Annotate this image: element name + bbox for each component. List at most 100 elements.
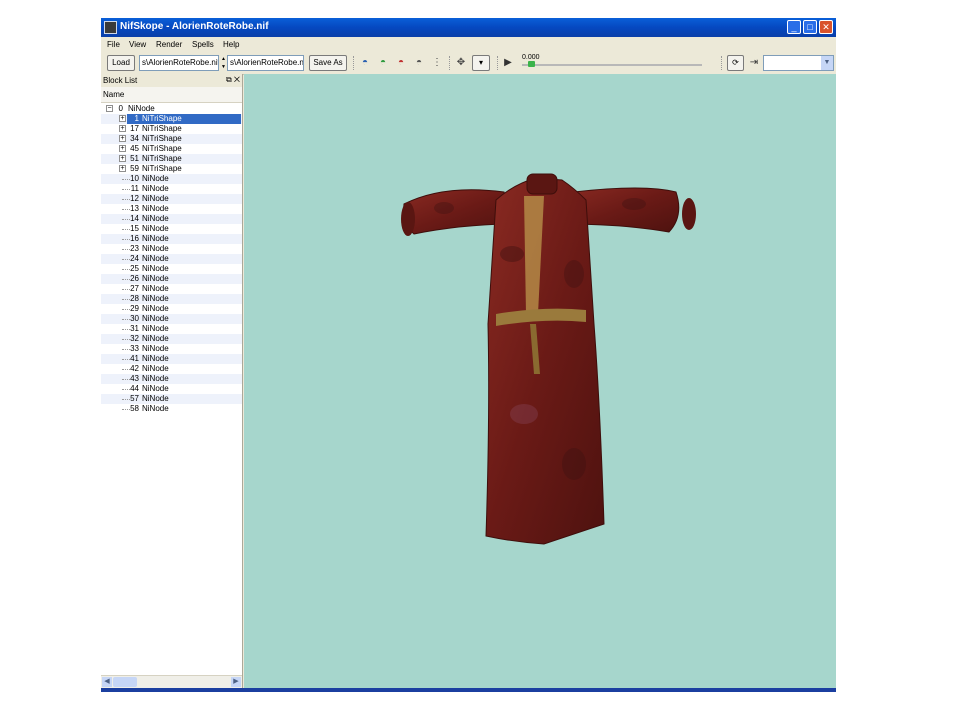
scroll-right-icon[interactable]: ▶: [231, 677, 241, 687]
load-path-input[interactable]: s\AlorienRoteRobe.nif: [139, 55, 219, 71]
title-bar[interactable]: NifSkope - AlorienRoteRobe.nif _ □ ✕: [101, 18, 836, 37]
tree-row[interactable]: 28 NiNode: [101, 294, 242, 304]
tree-row[interactable]: 32 NiNode: [101, 334, 242, 344]
save-path-input[interactable]: s\AlorienRoteRobe.nif: [227, 55, 304, 71]
walk-mode-icon[interactable]: ⋮: [430, 56, 444, 70]
maximize-button[interactable]: □: [803, 20, 817, 34]
tree-row[interactable]: 58 NiNode: [101, 404, 242, 414]
menu-view[interactable]: View: [129, 40, 146, 49]
tree-row[interactable]: 23 NiNode: [101, 244, 242, 254]
chevron-down-icon[interactable]: ▼: [821, 56, 833, 70]
tree-row[interactable]: 57 NiNode: [101, 394, 242, 404]
block-type-label: NiNode: [142, 314, 169, 323]
view-side-icon[interactable]: ◓: [394, 56, 408, 70]
scrollbar-thumb[interactable]: [113, 677, 137, 687]
minimize-button[interactable]: _: [787, 20, 801, 34]
block-type-label: NiNode: [142, 354, 169, 363]
view-front-icon[interactable]: ◓: [376, 56, 390, 70]
close-button[interactable]: ✕: [819, 20, 833, 34]
close-panel-icon[interactable]: ✕: [234, 75, 240, 84]
block-type-label: NiTriShape: [142, 154, 182, 163]
nifskope-window: NifSkope - AlorienRoteRobe.nif _ □ ✕ Fil…: [101, 18, 836, 692]
block-tree: −0 NiNode +1 NiTriShape +17 NiTriShape +34 NiTr…: [101, 104, 242, 414]
tree-row[interactable]: 11 NiNode: [101, 184, 242, 194]
block-number: 45: [130, 144, 139, 153]
tree-row[interactable]: 33 NiNode: [101, 344, 242, 354]
block-number: 11: [130, 184, 139, 193]
block-number: 41: [130, 354, 139, 363]
tree-row[interactable]: 30 NiNode: [101, 314, 242, 324]
block-number: 23: [130, 244, 139, 253]
play-icon[interactable]: ▶: [501, 56, 515, 70]
robe-model: [401, 173, 696, 545]
tree-row[interactable]: 42 NiNode: [101, 364, 242, 374]
load-button[interactable]: Load: [107, 55, 135, 71]
tree-row[interactable]: 16 NiNode: [101, 234, 242, 244]
menu-render[interactable]: Render: [156, 40, 182, 49]
menu-spells[interactable]: Spells: [192, 40, 214, 49]
tree-row[interactable]: 31 NiNode: [101, 324, 242, 334]
tree-row[interactable]: 29 NiNode: [101, 304, 242, 314]
tree-row[interactable]: 15 NiNode: [101, 224, 242, 234]
axis-icon[interactable]: ✥: [454, 56, 468, 70]
block-type-label: NiTriShape: [142, 124, 182, 133]
switch-icon[interactable]: ⇥: [747, 56, 761, 70]
tree-row[interactable]: 25 NiNode: [101, 264, 242, 274]
tree-row[interactable]: +34 NiTriShape: [101, 134, 242, 144]
tree-row[interactable]: 44 NiNode: [101, 384, 242, 394]
tree-row[interactable]: +59 NiTriShape: [101, 164, 242, 174]
tree-row[interactable]: +45 NiTriShape: [101, 144, 242, 154]
animation-select[interactable]: ▼: [763, 55, 834, 71]
block-number: 29: [130, 304, 139, 313]
block-type-label: NiNode: [142, 264, 169, 273]
column-name-label: Name: [103, 90, 125, 99]
swap-spinner-icon[interactable]: ▲ ▼: [221, 55, 226, 71]
view-top-icon[interactable]: ◓: [358, 56, 372, 70]
block-type-label: NiNode: [142, 204, 169, 213]
toolbar-separator: [721, 56, 723, 70]
block-type-label: NiTriShape: [142, 134, 182, 143]
save-as-button[interactable]: Save As: [309, 55, 347, 71]
tree-row[interactable]: +1 NiTriShape: [101, 114, 242, 124]
view-user-icon[interactable]: ◓: [412, 56, 426, 70]
render-viewport[interactable]: [244, 74, 836, 688]
menu-help[interactable]: Help: [223, 40, 239, 49]
tree-row[interactable]: 13 NiNode: [101, 204, 242, 214]
tree-row[interactable]: 14 NiNode: [101, 214, 242, 224]
tree-row[interactable]: 12 NiNode: [101, 194, 242, 204]
block-list-header: Block List ⧉ ✕: [101, 74, 242, 87]
block-list-panel: Block List ⧉ ✕ Name −0 NiNode +1 NiTriShape…: [101, 74, 243, 688]
horizontal-scrollbar[interactable]: ◀ ▶: [101, 675, 242, 688]
timeline-slider[interactable]: [522, 64, 702, 66]
menu-file[interactable]: File: [107, 40, 120, 49]
block-type-label: NiNode: [142, 254, 169, 263]
block-number: 42: [130, 364, 139, 373]
tree-row[interactable]: 27 NiNode: [101, 284, 242, 294]
tree-row[interactable]: −0 NiNode: [101, 104, 242, 114]
block-type-label: NiNode: [142, 224, 169, 233]
tree-row[interactable]: 26 NiNode: [101, 274, 242, 284]
block-type-label: NiNode: [142, 184, 169, 193]
tree-row[interactable]: +17 NiTriShape: [101, 124, 242, 134]
loop-button[interactable]: ⟳: [727, 55, 744, 71]
block-type-label: NiNode: [142, 374, 169, 383]
tree-row[interactable]: 10 NiNode: [101, 174, 242, 184]
tree-row[interactable]: 43 NiNode: [101, 374, 242, 384]
column-header[interactable]: Name: [101, 87, 242, 103]
tree-row[interactable]: 24 NiNode: [101, 254, 242, 264]
view-dropdown-button[interactable]: ▾: [472, 55, 490, 71]
tree-row[interactable]: +51 NiTriShape: [101, 154, 242, 164]
block-number: 25: [130, 264, 139, 273]
timeline-slider-thumb[interactable]: [528, 61, 535, 67]
block-type-label: NiNode: [142, 244, 169, 253]
block-type-label: NiNode: [142, 214, 169, 223]
block-number: 57: [130, 394, 139, 403]
tree-row[interactable]: 41 NiNode: [101, 354, 242, 364]
block-type-label: NiNode: [142, 274, 169, 283]
block-type-label: NiNode: [142, 384, 169, 393]
scroll-left-icon[interactable]: ◀: [102, 677, 112, 687]
float-panel-icon[interactable]: ⧉: [226, 75, 232, 84]
block-type-label: NiNode: [142, 394, 169, 403]
block-number: 28: [130, 294, 139, 303]
block-type-label: NiNode: [142, 404, 169, 413]
